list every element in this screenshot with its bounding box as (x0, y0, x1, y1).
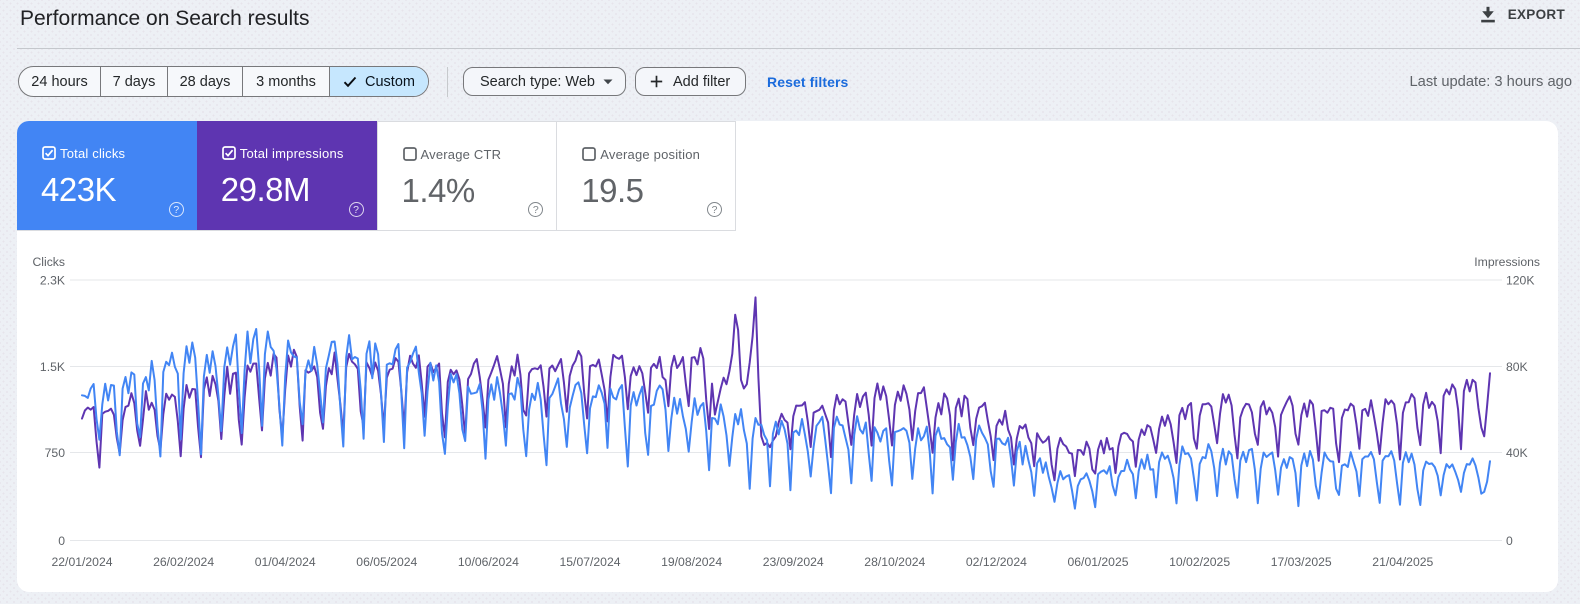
svg-text:15/07/2024: 15/07/2024 (560, 555, 621, 569)
svg-text:02/12/2024: 02/12/2024 (966, 555, 1027, 569)
svg-text:28/10/2024: 28/10/2024 (864, 555, 925, 569)
svg-text:23/09/2024: 23/09/2024 (763, 555, 824, 569)
svg-text:01/04/2024: 01/04/2024 (255, 555, 316, 569)
svg-text:120K: 120K (1506, 274, 1534, 288)
svg-text:21/04/2025: 21/04/2025 (1372, 555, 1433, 569)
svg-text:1.5K: 1.5K (40, 360, 65, 374)
svg-text:06/05/2024: 06/05/2024 (356, 555, 417, 569)
svg-text:26/02/2024: 26/02/2024 (153, 555, 214, 569)
svg-text:0: 0 (58, 534, 65, 548)
svg-text:17/03/2025: 17/03/2025 (1271, 555, 1332, 569)
svg-text:40K: 40K (1506, 446, 1528, 460)
svg-text:10/06/2024: 10/06/2024 (458, 555, 519, 569)
svg-text:2.3K: 2.3K (40, 274, 65, 288)
svg-text:80K: 80K (1506, 360, 1528, 374)
svg-text:10/02/2025: 10/02/2025 (1169, 555, 1230, 569)
svg-text:22/01/2024: 22/01/2024 (52, 555, 113, 569)
svg-text:06/01/2025: 06/01/2025 (1068, 555, 1129, 569)
svg-text:750: 750 (45, 446, 66, 460)
svg-text:Impressions: Impressions (1474, 255, 1540, 269)
svg-text:19/08/2024: 19/08/2024 (661, 555, 722, 569)
svg-text:0: 0 (1506, 534, 1513, 548)
svg-text:Clicks: Clicks (33, 255, 66, 269)
